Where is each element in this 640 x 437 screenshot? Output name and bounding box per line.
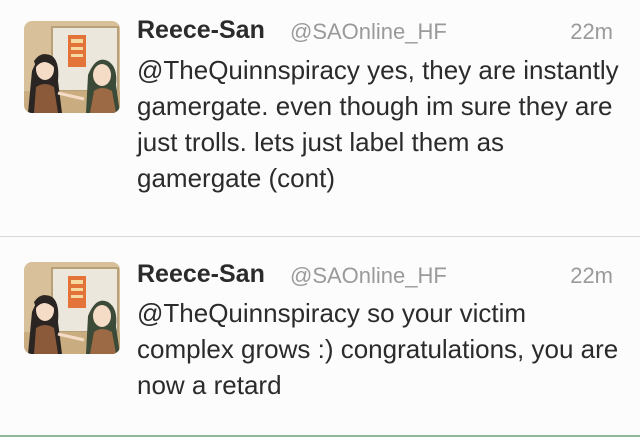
mention-link[interactable]: @TheQuinnspiracy xyxy=(137,55,360,85)
avatar[interactable] xyxy=(24,21,120,113)
timestamp: 22m xyxy=(570,263,613,288)
tweet-cell[interactable]: Reece-San @SAOnline_HF 22m @TheQuinnspir… xyxy=(0,0,640,218)
username-handle[interactable]: @SAOnline_HF xyxy=(290,263,447,289)
tweet-cell[interactable]: Reece-San @SAOnline_HF 22m @TheQuinnspir… xyxy=(0,237,640,437)
display-name[interactable]: Reece-San xyxy=(137,260,265,289)
anime-avatar-image xyxy=(24,262,120,354)
tweet-text: @TheQuinnspiracy so your victim complex … xyxy=(137,295,627,403)
timestamp: 22m xyxy=(570,19,613,44)
mention-link[interactable]: @TheQuinnspiracy xyxy=(137,298,360,328)
timeline: Reece-San @SAOnline_HF 22m @TheQuinnspir… xyxy=(0,0,640,437)
tweet-text: @TheQuinnspiracy yes, they are instantly… xyxy=(137,52,627,196)
avatar[interactable] xyxy=(24,262,120,354)
anime-avatar-image xyxy=(24,21,120,113)
display-name[interactable]: Reece-San xyxy=(137,16,265,45)
username-handle[interactable]: @SAOnline_HF xyxy=(290,19,447,45)
